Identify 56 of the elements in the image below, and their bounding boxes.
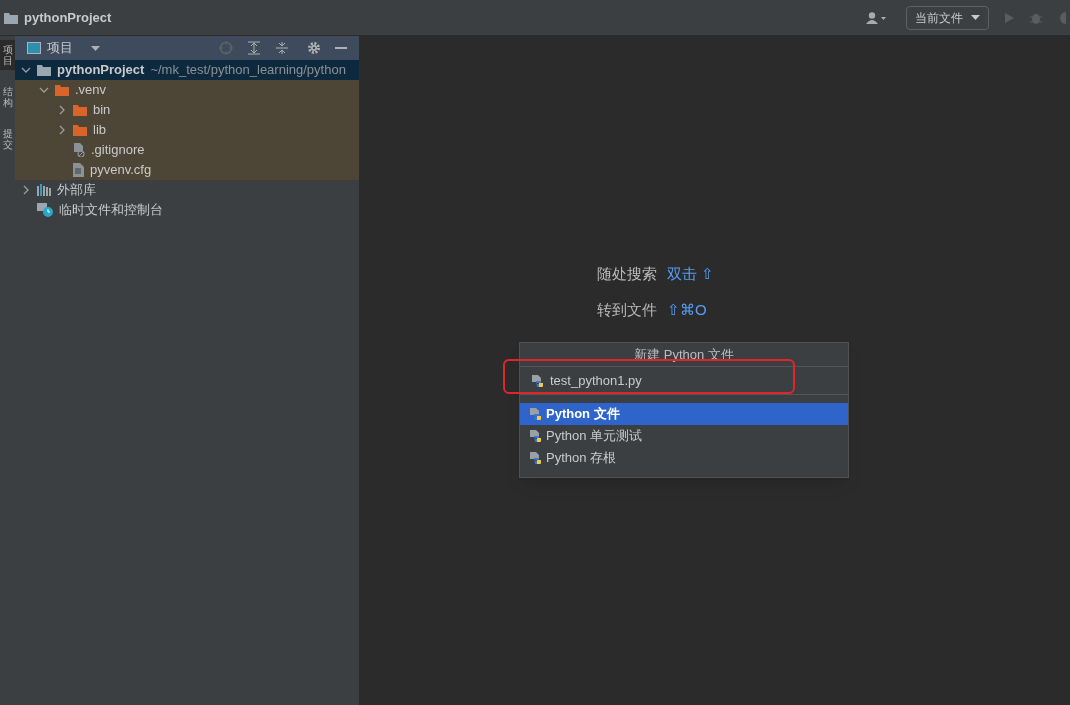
tree-row[interactable]: bin: [15, 100, 359, 120]
folder-icon: [55, 84, 69, 96]
tree-row[interactable]: lib: [15, 120, 359, 140]
file-name-field[interactable]: test_python1.py: [520, 367, 848, 395]
caret-icon: [971, 15, 980, 20]
file-type-option[interactable]: Python 文件: [520, 403, 848, 425]
chevron-down-icon[interactable]: [21, 65, 31, 75]
folder-icon: [73, 124, 87, 136]
tree-row[interactable]: pythonProject ~/mk_test/python_learning/python: [15, 60, 359, 80]
hint-shortcut: ⇧⌘O: [667, 300, 707, 320]
python-file-icon: [528, 407, 542, 421]
panel-title[interactable]: 项目: [47, 38, 73, 58]
side-tab[interactable]: 结构: [0, 82, 15, 112]
python-file-icon: [530, 373, 544, 388]
tree-row[interactable]: .gitignore: [15, 140, 359, 160]
tree-label: 临时文件和控制台: [59, 201, 163, 220]
tree-row[interactable]: 临时文件和控制台: [15, 200, 359, 220]
tree-label: pyvenv.cfg: [90, 161, 152, 180]
window-title: pythonProject: [24, 8, 112, 27]
expand-all-icon[interactable]: [247, 41, 261, 55]
chevron-down-icon[interactable]: [39, 85, 49, 95]
side-tab[interactable]: 项目: [0, 40, 15, 70]
panel-icon: [27, 42, 41, 54]
tree-label: .gitignore: [91, 141, 145, 160]
chevron-right-icon[interactable]: [21, 185, 31, 195]
tree-label: bin: [93, 101, 111, 120]
ignored-file-icon: [73, 143, 85, 157]
tree-row[interactable]: 外部库: [15, 180, 359, 200]
tree-label: 外部库: [57, 181, 96, 200]
caret-icon[interactable]: [91, 45, 100, 51]
python-file-icon: [528, 429, 542, 443]
run-config-dropdown[interactable]: 当前文件: [906, 5, 989, 30]
side-tab[interactable]: 提交: [0, 124, 15, 154]
tree-row[interactable]: .venv: [15, 80, 359, 100]
file-type-option[interactable]: Python 单元测试: [520, 425, 848, 447]
folder-icon: [37, 64, 51, 76]
tree-row[interactable]: pyvenv.cfg: [15, 160, 359, 180]
chevron-right-icon[interactable]: [57, 105, 67, 115]
collapse-all-icon[interactable]: [275, 41, 289, 55]
scratch-console-icon: [37, 203, 53, 217]
chevron-right-icon[interactable]: [57, 125, 67, 135]
user-icon[interactable]: [866, 11, 888, 24]
tree-label: .venv: [75, 81, 107, 100]
hint-label: 转到文件: [597, 300, 657, 320]
tree-label: lib: [93, 121, 106, 140]
file-type-option[interactable]: Python 存根: [520, 447, 848, 469]
folder-icon: [4, 11, 18, 24]
library-icon: [37, 184, 51, 196]
hint-shortcut: 双击 ⇧: [667, 264, 715, 284]
hint-label: 随处搜索: [597, 264, 657, 284]
settings-icon[interactable]: [307, 41, 321, 55]
tree-label: pythonProject: [57, 61, 145, 80]
text-file-icon: [73, 163, 84, 177]
python-file-icon: [528, 451, 542, 465]
folder-icon: [73, 104, 87, 116]
project-path: ~/mk_test/python_learning/python: [150, 61, 346, 80]
